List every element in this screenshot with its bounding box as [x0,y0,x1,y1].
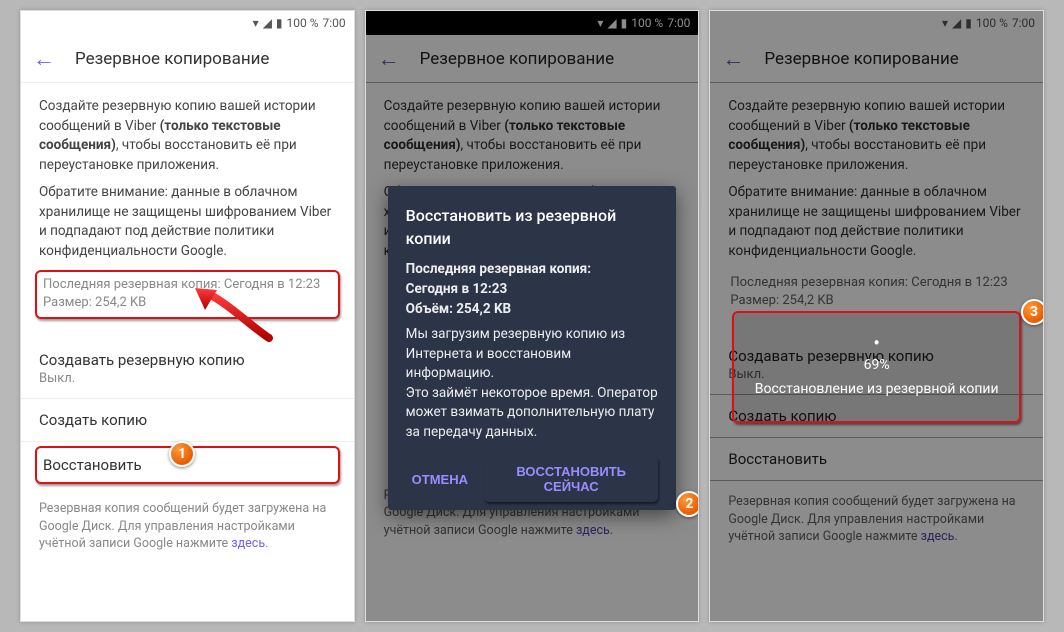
dialog-body-2: Это займёт некоторое время. Оператор мож… [406,384,659,443]
back-arrow-icon[interactable]: ← [33,46,55,72]
app-bar: ← Резервное копирование [21,35,354,83]
intro-block: Создайте резервную копию вашей истории с… [21,83,354,339]
page-title: Резервное копирование [75,49,269,69]
phone-screen-2: ▾ ◢ ▮ 100 % 7:00 ← Резервное копирование… [365,10,700,622]
battery-text: 100 % [287,16,319,30]
wifi-icon: ▾ [253,16,259,30]
last-backup-box: Последняя резервная копия: Сегодня в 12:… [35,270,340,320]
phone-screen-1: ▾ ◢ ▮ 100 % 7:00 ← Резервное копирование… [20,10,355,622]
cancel-button[interactable]: ОТМЕНА [406,456,474,502]
progress-overlay: • 69% Восстановление из резервной копии [732,311,1021,423]
clock: 7:00 [323,16,346,30]
spinner-icon: • [744,339,1009,347]
status-bar: ▾ ◢ ▮ 100 % 7:00 [21,11,354,35]
dialog-title: Восстановить из резервной копии [406,204,659,250]
battery-icon: ▮ [276,16,283,30]
progress-label: Восстановление из резервной копии [744,381,1009,397]
badge-3: 3 [1021,299,1044,325]
progress-percent: 69% [744,357,1009,373]
create-backup-row[interactable]: Создать копию [21,399,354,442]
footer-link[interactable]: здесь [231,536,265,551]
auto-backup-row[interactable]: Создавать резервную копию Выкл. [21,339,354,399]
dialog-body-1: Мы загрузим резервную копию из Интернета… [406,325,659,384]
badge-2: 2 [676,491,699,517]
phone-screen-3: ▾ ◢ ▮ 100 % 7:00 ← Резервное копирование… [709,10,1044,622]
cloud-note: Обратите внимание: данные в облачном хра… [39,183,336,261]
restore-dialog: Восстановить из резервной копии Последня… [388,186,677,510]
signal-icon: ◢ [263,16,272,30]
restore-now-button[interactable]: ВОССТАНОВИТЬ СЕЙЧАС [484,456,658,502]
footer-note: Резервная копия сообщений будет загружен… [21,488,354,565]
badge-1: 1 [169,441,195,467]
